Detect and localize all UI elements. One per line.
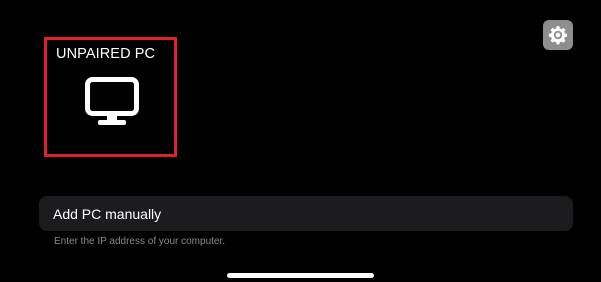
pc-tile[interactable]: UNPAIRED PC [44,37,177,157]
add-pc-hint: Enter the IP address of your computer. [54,236,226,247]
add-pc-manually-button[interactable]: Add PC manually [39,196,573,231]
home-indicator[interactable] [227,273,374,278]
settings-button[interactable] [543,20,573,50]
gear-icon [548,26,568,45]
pc-name: UNPAIRED PC [56,46,156,62]
add-pc-manually-label: Add PC manually [53,206,162,222]
monitor-icon [85,77,139,127]
